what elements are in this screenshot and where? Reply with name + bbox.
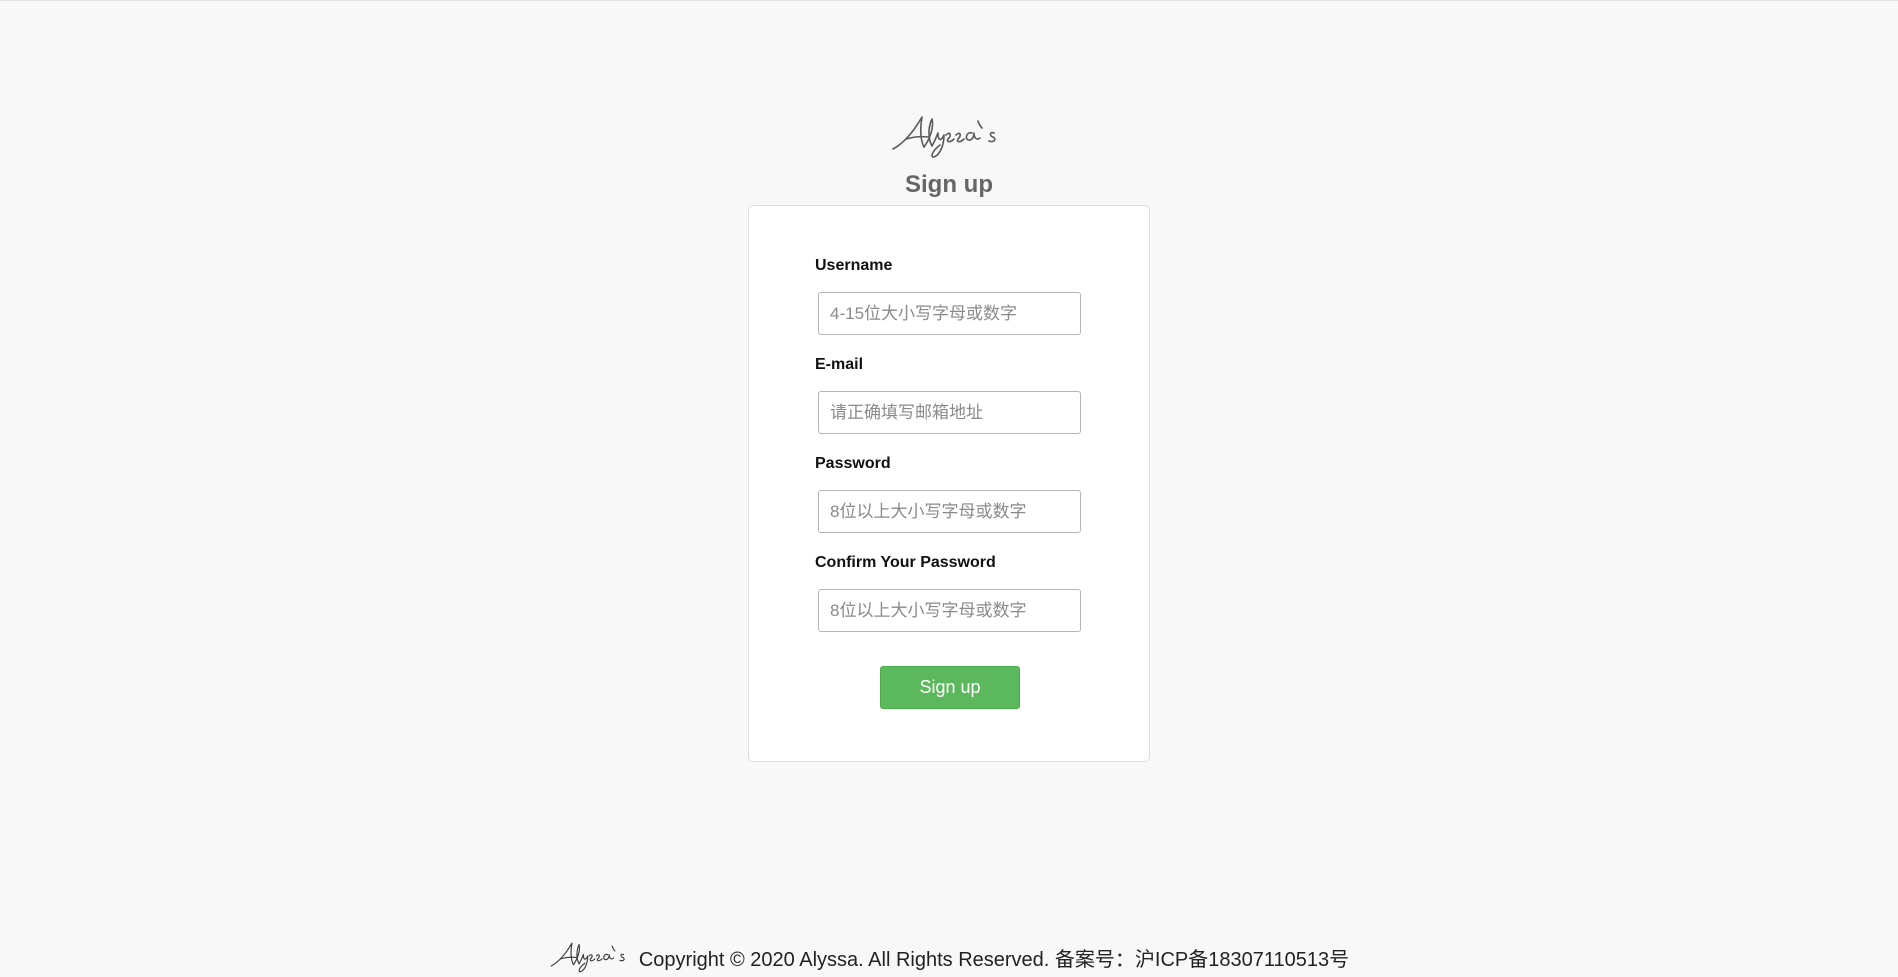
password-label: Password [815, 455, 891, 472]
signup-button[interactable]: Sign up [880, 666, 1020, 709]
username-label: Username [815, 257, 893, 274]
footer: Copyright © 2020 Alyssa. All Rights Rese… [0, 937, 1898, 977]
copyright-text: Copyright © 2020 Alyssa. All Rights Rese… [638, 948, 1350, 971]
page-title: Sign up [905, 171, 993, 198]
footer-logo [550, 942, 625, 973]
brand-logo [892, 116, 996, 158]
email-label: E-mail [815, 356, 864, 373]
email-input[interactable] [818, 391, 1081, 434]
username-input[interactable] [818, 292, 1081, 335]
signup-form-card: Username E-mail Password Confirm Your Pa… [748, 205, 1150, 762]
password-input[interactable] [818, 490, 1081, 533]
confirm-password-label: Confirm Your Password [815, 554, 996, 571]
confirm-password-input[interactable] [818, 589, 1081, 632]
